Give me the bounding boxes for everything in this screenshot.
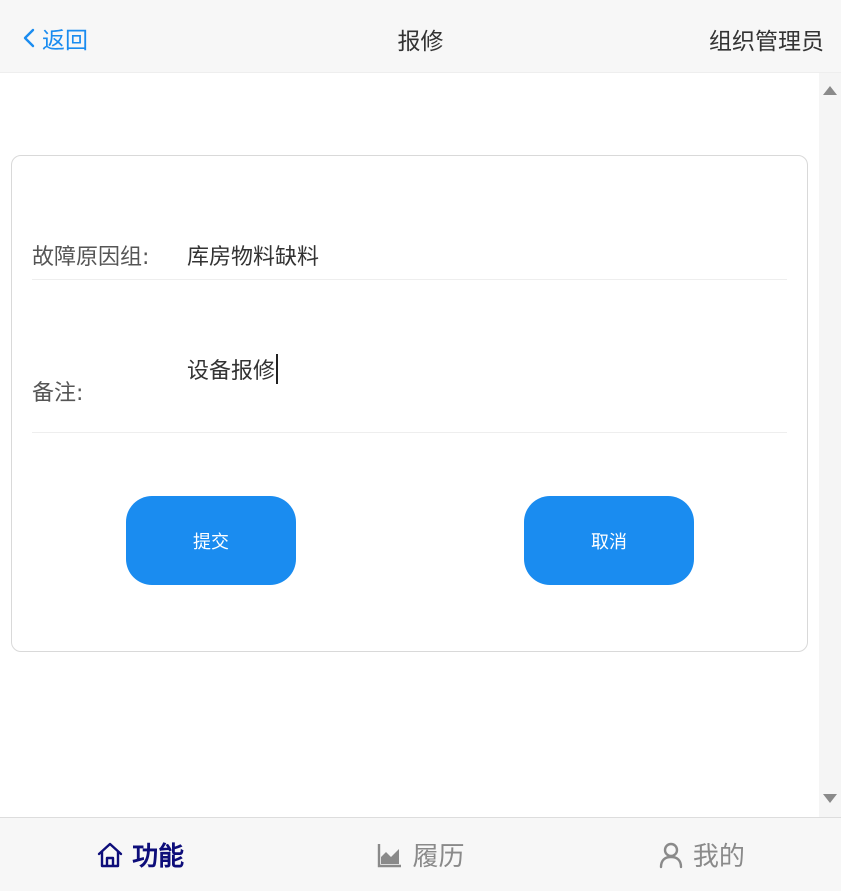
vertical-scrollbar[interactable] [819,73,841,817]
repair-form-card: 故障原因组: 库房物料缺料 备注: 设备报修 提交 取消 [11,155,808,652]
reason-group-label: 故障原因组: [32,245,150,270]
tab-history[interactable]: 履历 [280,818,560,891]
cancel-button[interactable]: 取消 [524,496,694,585]
chevron-left-icon [23,28,35,48]
text-caret [276,354,279,384]
home-icon [97,842,123,867]
user-role[interactable]: 组织管理员 [709,22,824,56]
tab-label: 功能 [132,842,185,872]
chart-icon [378,843,402,867]
tab-functions[interactable]: 功能 [0,818,280,891]
reason-group-value[interactable]: 库房物料缺料 [187,239,319,271]
submit-button[interactable]: 提交 [126,496,296,585]
scroll-up-icon[interactable] [823,86,837,95]
scroll-down-icon[interactable] [823,794,837,803]
tab-label: 履历 [412,842,465,872]
back-button[interactable]: 返回 [22,22,88,54]
reason-group-row[interactable]: 故障原因组: 库房物料缺料 [32,218,787,280]
remark-value: 设备报修 [187,359,276,384]
top-nav-bar: 返回 报修 组织管理员 [0,0,841,73]
tab-mine[interactable]: 我的 [561,818,841,891]
user-icon [659,842,683,868]
remark-row: 备注: 设备报修 [32,326,787,433]
bottom-tab-bar: 功能 履历 我的 [0,817,841,891]
back-label: 返回 [42,28,88,54]
content-area: 故障原因组: 库房物料缺料 备注: 设备报修 提交 取消 [0,73,819,817]
tab-label: 我的 [692,842,745,872]
remark-input[interactable]: 设备报修 [187,352,767,386]
remark-label: 备注: [32,381,84,406]
